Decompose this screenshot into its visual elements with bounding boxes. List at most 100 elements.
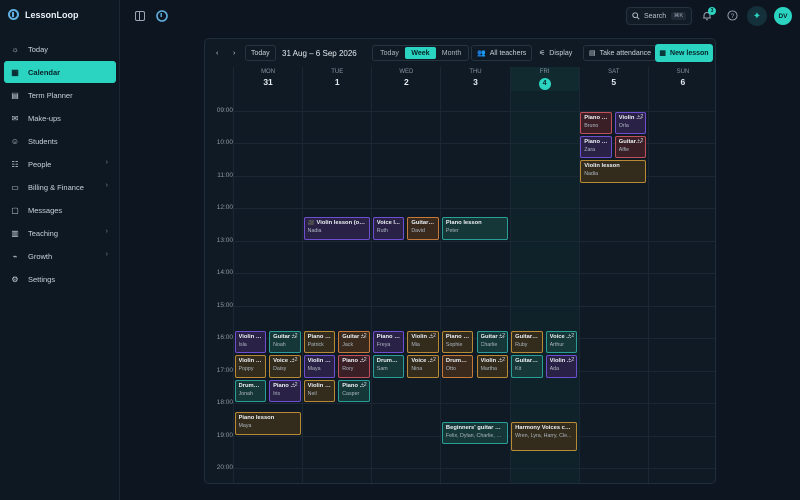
- sidebar-item-term-planner[interactable]: ▤ Term Planner: [4, 84, 116, 106]
- day-column[interactable]: [302, 91, 371, 483]
- lesson-event[interactable]: Piano lesson Peter: [441, 217, 509, 240]
- more-lessons-badge[interactable]: +2: [499, 333, 505, 339]
- sidebar-item-label: Term Planner: [28, 90, 73, 100]
- day-header-sat[interactable]: SAT 5: [578, 67, 648, 91]
- lesson-event[interactable]: Piano l... Freya: [372, 330, 405, 354]
- lesson-event[interactable]: Guitar l... Ruby: [511, 330, 543, 354]
- lesson-event[interactable]: Piano ... Iris +2: [269, 379, 301, 402]
- sidebar-item-billing-finance[interactable]: ▭ Billing & Finance ›: [4, 176, 116, 198]
- sidebar-item-people[interactable]: ☷ People ›: [4, 153, 116, 175]
- lesson-event[interactable]: Violin l... Orla +2: [614, 111, 647, 134]
- lesson-event[interactable]: Guitar ... Jack +2: [338, 330, 370, 354]
- lesson-event[interactable]: Violin l... Poppy: [234, 355, 267, 378]
- lesson-event[interactable]: Drums l...Jonah: [234, 379, 267, 402]
- more-lessons-badge[interactable]: +2: [430, 357, 436, 363]
- lesson-event[interactable]: Piano l... Zara: [580, 135, 612, 159]
- go-today-button[interactable]: Today: [245, 45, 276, 61]
- day-header-fri[interactable]: FRI 4: [509, 67, 579, 91]
- more-lessons-badge[interactable]: +2: [637, 138, 643, 144]
- lesson-event[interactable]: Voice ... Daisy +2: [269, 355, 301, 378]
- lesson-event[interactable]: Guitar ... Charlie +2: [476, 330, 509, 354]
- view-today-tab[interactable]: Today: [374, 47, 405, 59]
- sidebar: LessonLoop ☼ Today ▦ Calendar ▤ Term Planner ✉…: [0, 0, 120, 500]
- lesson-event[interactable]: Drums l...Otto: [441, 355, 474, 378]
- more-lessons-badge[interactable]: +2: [292, 382, 298, 388]
- lesson-event[interactable]: Piano l... Patrick: [303, 330, 336, 354]
- sidebar-item-growth[interactable]: ⌁ Growth ›: [4, 245, 116, 267]
- more-lessons-badge[interactable]: +2: [499, 357, 505, 363]
- lesson-event[interactable]: Drums l...Sam: [372, 355, 405, 378]
- more-lessons-badge[interactable]: +2: [361, 357, 367, 363]
- lesson-event[interactable]: Beginners' guitar gro... Felix, Dylan, Ch…: [441, 421, 509, 445]
- toggle-sidebar-button[interactable]: [133, 9, 146, 22]
- day-header-sun[interactable]: SUN 6: [647, 67, 715, 91]
- next-week-button[interactable]: ›: [228, 45, 240, 61]
- sidebar-item-messages[interactable]: ▢ Messages: [4, 199, 116, 221]
- lesson-event[interactable]: Violin l... Neil: [303, 379, 336, 402]
- more-lessons-badge[interactable]: +2: [637, 114, 643, 120]
- sidebar-item-teaching[interactable]: ▥ Teaching ›: [4, 222, 116, 244]
- lesson-event[interactable]: Guitar ... Noah +2: [269, 330, 301, 354]
- lesson-event[interactable]: Guitar l... Kit: [511, 355, 543, 378]
- more-lessons-badge[interactable]: +2: [361, 382, 367, 388]
- day-header-tue[interactable]: TUE 1: [302, 67, 371, 91]
- lesson-event[interactable]: Violin l... Maya: [303, 355, 336, 378]
- day-of-week: TUE: [331, 69, 344, 75]
- lesson-event[interactable]: Voice ... Nina +2: [407, 355, 439, 378]
- ai-assistant-button[interactable]: ✦: [747, 6, 767, 26]
- user-avatar[interactable]: DV: [774, 7, 792, 25]
- org-switcher-button[interactable]: [155, 9, 168, 22]
- lesson-event[interactable]: Violin ... Martha +2: [476, 355, 509, 378]
- lesson-event[interactable]: Violin lesson Nadia: [580, 160, 647, 183]
- lesson-title: Harmony Voices choir: [515, 424, 574, 431]
- sidebar-item-settings[interactable]: ⚙ Settings: [4, 268, 116, 290]
- sidebar-item-students[interactable]: ☺ Students: [4, 130, 116, 152]
- lesson-event[interactable]: 🎥 Violin lesson (onlin...Nadia: [303, 217, 370, 240]
- sidebar-item-calendar[interactable]: ▦ Calendar: [4, 61, 116, 83]
- lesson-event[interactable]: Violin ... Mia +2: [407, 330, 439, 354]
- lesson-event[interactable]: Piano ... Rory +2: [338, 355, 370, 378]
- hour-gridline: [233, 403, 715, 404]
- lesson-event[interactable]: Violin l... Isla: [234, 330, 267, 354]
- lesson-event[interactable]: Piano ... Casper +2: [338, 379, 370, 402]
- display-options-button[interactable]: ⚟ Display: [534, 45, 577, 61]
- view-week-tab[interactable]: Week: [405, 47, 436, 59]
- lesson-event[interactable]: Harmony Voices choir Wren, Lyra, Harry, C…: [511, 421, 578, 451]
- lesson-student: Orla: [618, 122, 629, 129]
- day-header-thu[interactable]: THU 3: [440, 67, 509, 91]
- hour-label: 13:00: [216, 236, 233, 244]
- lesson-event[interactable]: Guitar l... Alfie +2: [614, 135, 647, 159]
- more-lessons-badge[interactable]: +2: [292, 333, 298, 339]
- app-logo[interactable]: LessonLoop: [8, 9, 79, 20]
- lesson-event[interactable]: Piano l... Sophie: [441, 330, 474, 354]
- lesson-event[interactable]: Voice ... Arthur +2: [545, 330, 578, 354]
- lesson-event[interactable]: Guitar l... David: [407, 217, 439, 240]
- lesson-event[interactable]: Violin ... Ada +2: [545, 355, 578, 378]
- day-header-mon[interactable]: MON 31: [233, 67, 302, 91]
- sidebar-item-make-ups[interactable]: ✉ Make-ups: [4, 107, 116, 129]
- help-button[interactable]: ?: [726, 9, 739, 22]
- more-lessons-badge[interactable]: +2: [568, 333, 574, 339]
- lesson-student: Patrick: [307, 341, 324, 348]
- previous-week-button[interactable]: ‹: [211, 45, 223, 61]
- hour-label: 19:00: [216, 431, 233, 439]
- day-header-wed[interactable]: WED 2: [371, 67, 440, 91]
- new-lesson-button[interactable]: ▦ New lesson: [655, 44, 713, 62]
- more-lessons-badge[interactable]: +2: [361, 333, 367, 339]
- all-teachers-filter[interactable]: 👥 All teachers: [471, 45, 533, 61]
- more-lessons-badge[interactable]: +2: [568, 357, 574, 363]
- search-label: Search: [644, 12, 667, 20]
- sidebar-item-label: Students: [28, 136, 58, 146]
- day-column[interactable]: [647, 91, 715, 483]
- day-column[interactable]: [371, 91, 440, 483]
- take-attendance-label: Take attendance: [599, 49, 651, 57]
- lesson-event[interactable]: Piano lesson Maya: [234, 412, 301, 435]
- search-button[interactable]: Search ⌘K: [626, 7, 692, 25]
- sidebar-item-today[interactable]: ☼ Today: [4, 38, 116, 60]
- more-lessons-badge[interactable]: +2: [430, 333, 436, 339]
- lesson-event[interactable]: Voice l... Ruth: [372, 217, 405, 240]
- view-month-tab[interactable]: Month: [436, 47, 467, 59]
- take-attendance-button[interactable]: ▤ Take attendance: [583, 45, 657, 61]
- more-lessons-badge[interactable]: +2: [292, 357, 298, 363]
- lesson-event[interactable]: Piano l... Bruno: [580, 111, 612, 134]
